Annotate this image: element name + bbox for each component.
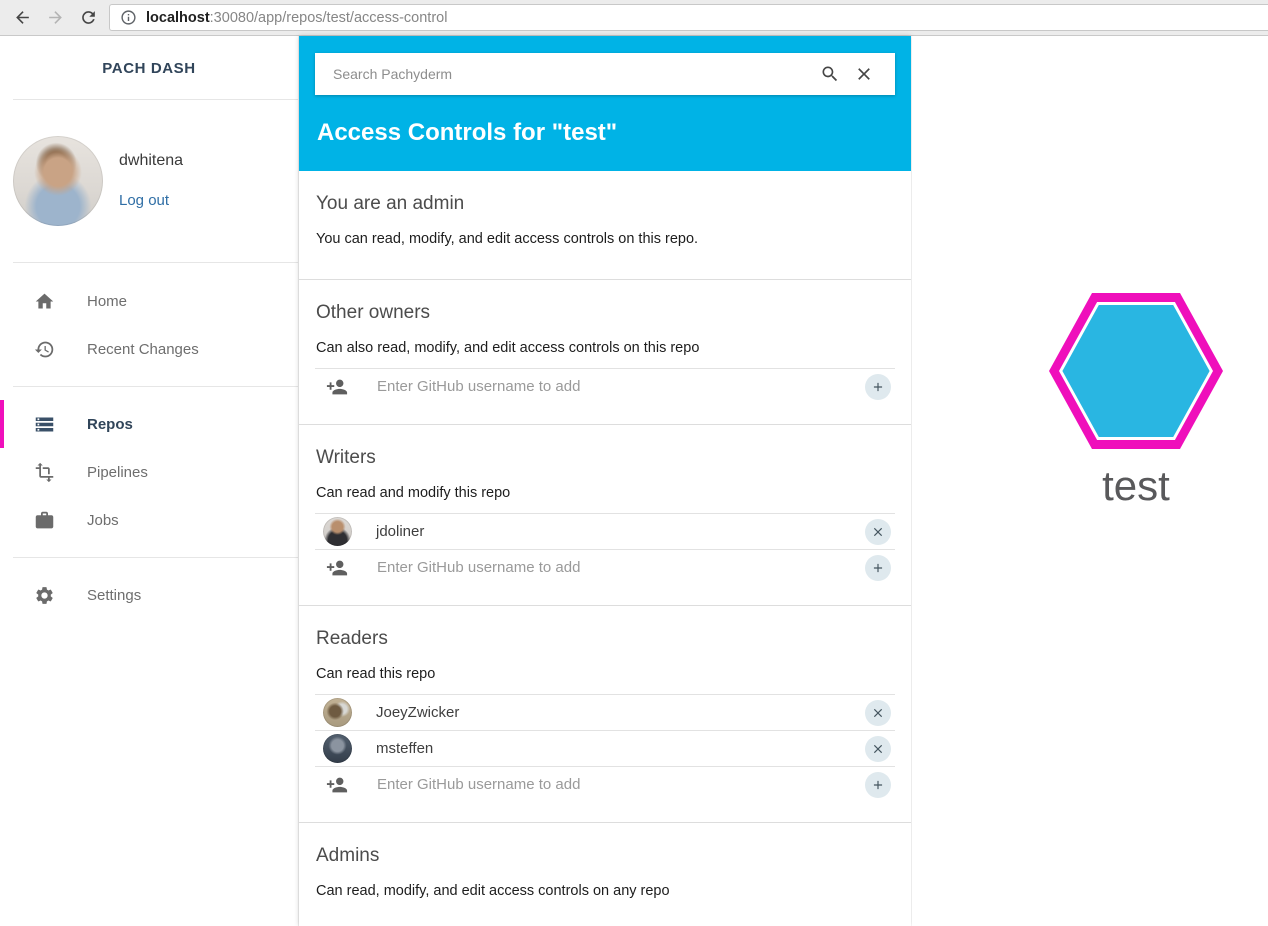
panel-header: Access Controls for "test" [299,36,911,171]
sidebar-item-label: Recent Changes [87,341,199,358]
username: JoeyZwicker [376,704,865,721]
avatar [13,136,103,226]
sidebar-item-pipelines[interactable]: Pipelines [0,448,298,496]
sidebar-item-label: Home [87,293,127,310]
sidebar-item-repos[interactable]: Repos [0,400,298,448]
github-username-input[interactable] [377,378,865,395]
section-other-owners: Other owners Can also read, modify, and … [299,280,911,425]
username: msteffen [376,740,865,757]
browser-back-icon[interactable] [10,6,34,30]
section-heading: Admins [316,845,895,867]
remove-user-button[interactable] [865,519,891,545]
divider [13,557,298,558]
username: jdoliner [376,523,865,540]
user-row: jdoliner [315,513,895,549]
avatar [323,734,352,763]
section-you-are-an-admin: You are an admin You can read, modify, a… [299,171,911,280]
sidebar-item-label: Jobs [87,512,119,529]
sidebar-item-jobs[interactable]: Jobs [0,496,298,544]
browser-url-bar[interactable]: localhost:30080/app/repos/test/access-co… [109,4,1268,31]
access-controls-panel: Access Controls for "test" You are an ad… [299,36,911,926]
section-description: Can read and modify this repo [316,485,895,501]
section-description: Can read, modify, and edit access contro… [316,883,895,899]
section-admins: Admins Can read, modify, and edit access… [299,823,911,926]
browser-reload-icon[interactable] [76,6,100,30]
sidebar-item-label: Repos [87,416,133,433]
add-user-button[interactable] [865,555,891,581]
browser-toolbar: localhost:30080/app/repos/test/access-co… [0,0,1268,36]
sidebar-item-recent-changes[interactable]: Recent Changes [0,325,298,373]
avatar [323,517,352,546]
section-writers: Writers Can read and modify this repo jd… [299,425,911,606]
section-description: You can read, modify, and edit access co… [316,231,895,247]
search-box [315,53,895,95]
history-icon [33,338,55,360]
logout-link[interactable]: Log out [119,192,169,209]
section-heading: Readers [316,628,895,650]
remove-user-button[interactable] [865,736,891,762]
add-user-button[interactable] [865,374,891,400]
user-row: JoeyZwicker [315,694,895,730]
add-user-button[interactable] [865,772,891,798]
repo-node-label: test [1049,462,1223,510]
search-input[interactable] [333,66,813,82]
sidebar-item-home[interactable]: Home [0,277,298,325]
jobs-icon [33,509,55,531]
sidebar-item-label: Settings [87,587,141,604]
sidebar-item-label: Pipelines [87,464,148,481]
sidebar-item-settings[interactable]: Settings [0,571,298,619]
repo-node[interactable]: test [1049,293,1223,510]
repo-dag-area: test [912,36,1268,926]
section-heading: Other owners [316,302,895,324]
section-description: Can also read, modify, and edit access c… [316,340,895,356]
app-window: PACH DASH dwhitena Log out Home [0,36,1268,926]
add-user-row [315,368,895,404]
page-info-icon[interactable] [120,9,137,26]
page-title: Access Controls for "test" [317,119,895,147]
remove-user-button[interactable] [865,700,891,726]
section-description: Can read this repo [316,666,895,682]
user-name: dwhitena [119,152,183,170]
app-title: PACH DASH [0,36,298,99]
add-user-row [315,766,895,802]
repo-hexagon-icon[interactable] [1049,293,1223,449]
person-add-icon [325,773,349,797]
sidebar: PACH DASH dwhitena Log out Home [0,36,299,926]
person-add-icon [325,375,349,399]
browser-forward-icon[interactable] [43,6,67,30]
github-username-input[interactable] [377,776,865,793]
avatar [323,698,352,727]
repos-icon [33,413,55,435]
github-username-input[interactable] [377,559,865,576]
url-host: localhost [146,10,210,26]
divider [13,262,298,263]
sidebar-nav: Home Recent Changes Repos [0,277,298,619]
pipelines-icon [33,461,55,483]
person-add-icon [325,556,349,580]
add-user-row [315,549,895,585]
section-heading: Writers [316,447,895,469]
section-heading: You are an admin [316,193,895,215]
user-block: dwhitena Log out [0,100,298,262]
user-row: msteffen [315,730,895,766]
search-icon[interactable] [813,62,847,86]
url-path: :30080/app/repos/test/access-control [210,10,448,26]
divider [13,386,298,387]
clear-search-icon[interactable] [847,62,881,86]
home-icon [33,290,55,312]
screen: localhost:30080/app/repos/test/access-co… [0,0,1268,926]
settings-gear-icon [33,584,55,606]
section-readers: Readers Can read this repo JoeyZwicker m… [299,606,911,823]
